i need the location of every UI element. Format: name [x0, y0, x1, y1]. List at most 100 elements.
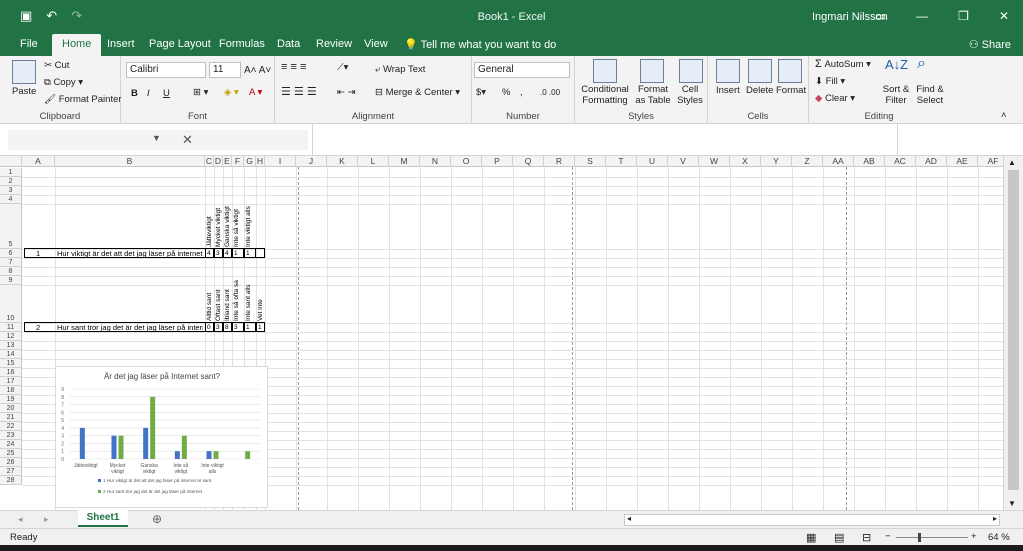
- column-header[interactable]: W: [699, 156, 730, 167]
- zoom-level[interactable]: 64 %: [988, 532, 1010, 543]
- font-color-icon[interactable]: A ▾: [249, 87, 262, 98]
- font-name-select[interactable]: Calibri: [126, 62, 206, 78]
- prev-sheet-icon[interactable]: ◂: [18, 514, 23, 525]
- underline-button[interactable]: U: [163, 88, 170, 99]
- percent-button[interactable]: %: [502, 87, 510, 98]
- row-header[interactable]: 9: [0, 276, 22, 285]
- zoom-slider[interactable]: [896, 537, 968, 538]
- next-sheet-icon[interactable]: ▸: [44, 514, 49, 525]
- column-header[interactable]: J: [296, 156, 327, 167]
- font-size-select[interactable]: 11: [209, 62, 241, 78]
- share-button[interactable]: ⚇ Share: [969, 38, 1011, 51]
- cancel-icon[interactable]: ✕: [182, 132, 193, 148]
- column-header[interactable]: AC: [885, 156, 916, 167]
- column-header[interactable]: C: [205, 156, 214, 167]
- tab-review[interactable]: Review: [316, 38, 352, 50]
- column-header[interactable]: N: [420, 156, 451, 167]
- conditional-formatting-button[interactable]: Conditional Formatting: [579, 84, 631, 106]
- orientation-icon[interactable]: ⟋▾: [337, 62, 348, 73]
- decimal-icon[interactable]: .0 .00: [540, 87, 560, 98]
- scroll-down-icon[interactable]: ▼: [1008, 499, 1016, 508]
- scroll-left-icon[interactable]: ◂: [627, 514, 631, 523]
- autosum-button[interactable]: Σ AutoSum ▾: [815, 59, 871, 71]
- select-all-corner[interactable]: [0, 156, 22, 167]
- column-header[interactable]: AB: [854, 156, 885, 167]
- row-header[interactable]: 21: [0, 413, 22, 422]
- currency-icon[interactable]: $▾: [476, 87, 486, 98]
- grow-font-icon[interactable]: A˄ A˅: [244, 65, 271, 76]
- restore-icon[interactable]: ❐: [958, 9, 969, 23]
- column-header[interactable]: E: [223, 156, 232, 167]
- tab-home[interactable]: Home: [52, 34, 102, 56]
- row-header[interactable]: 16: [0, 368, 22, 377]
- row-header[interactable]: 18: [0, 386, 22, 395]
- zoom-slider-thumb[interactable]: [918, 533, 921, 542]
- chart[interactable]: Är det jag läser på Internet sant? 0 1 23 4…: [55, 366, 268, 508]
- column-header[interactable]: G: [244, 156, 256, 167]
- normal-view-icon[interactable]: ▦: [806, 531, 816, 544]
- row-header[interactable]: 12: [0, 332, 22, 341]
- paste-button[interactable]: Paste: [12, 86, 36, 97]
- row-header[interactable]: 17: [0, 377, 22, 386]
- column-header[interactable]: Q: [513, 156, 544, 167]
- column-header[interactable]: R: [544, 156, 575, 167]
- column-header[interactable]: L: [358, 156, 389, 167]
- column-header[interactable]: Z: [792, 156, 823, 167]
- row-header[interactable]: 11: [0, 323, 22, 332]
- column-header[interactable]: K: [327, 156, 358, 167]
- sheet-tab[interactable]: Sheet1: [78, 510, 128, 527]
- fill-color-icon[interactable]: ◈ ▾: [224, 87, 239, 98]
- sort-filter-button[interactable]: Sort & Filter: [881, 84, 911, 106]
- cut-button[interactable]: ✂ Cut: [44, 60, 69, 71]
- format-painter-button[interactable]: 🖌 Format Painter: [44, 94, 122, 105]
- scroll-up-icon[interactable]: ▲: [1008, 158, 1016, 167]
- insert-button[interactable]: Insert: [716, 85, 740, 96]
- number-format-select[interactable]: General: [474, 62, 570, 78]
- row-header[interactable]: 22: [0, 422, 22, 431]
- row-header[interactable]: 15: [0, 359, 22, 368]
- formula-input[interactable]: [312, 124, 898, 156]
- column-header[interactable]: D: [214, 156, 223, 167]
- row-header[interactable]: 26: [0, 458, 22, 467]
- row-header[interactable]: 5: [0, 204, 22, 249]
- find-select-button[interactable]: Find & Select: [913, 84, 947, 106]
- format-button[interactable]: Format: [776, 85, 806, 96]
- tab-formulas[interactable]: Formulas: [219, 38, 265, 50]
- tab-page-layout[interactable]: Page Layout: [149, 38, 211, 50]
- row-header[interactable]: 4: [0, 195, 22, 204]
- column-header[interactable]: I: [265, 156, 296, 167]
- ribbon-display-icon[interactable]: ▭: [875, 9, 886, 23]
- row-header[interactable]: 24: [0, 440, 22, 449]
- tab-data[interactable]: Data: [277, 38, 300, 50]
- column-header[interactable]: A: [22, 156, 55, 167]
- column-header[interactable]: F: [232, 156, 244, 167]
- column-header[interactable]: P: [482, 156, 513, 167]
- row-header[interactable]: 28: [0, 476, 22, 485]
- clear-button[interactable]: ◆ Clear ▾: [815, 93, 855, 104]
- page-break-view-icon[interactable]: ⊟: [862, 531, 871, 544]
- row-header[interactable]: 23: [0, 431, 22, 440]
- merge-center-button[interactable]: ⊟ Merge & Center ▾: [375, 87, 460, 98]
- column-header[interactable]: AD: [916, 156, 947, 167]
- column-header[interactable]: T: [606, 156, 637, 167]
- page-layout-view-icon[interactable]: ▤: [834, 531, 844, 544]
- delete-button[interactable]: Delete: [746, 85, 773, 96]
- row-header[interactable]: 7: [0, 258, 22, 267]
- copy-button[interactable]: ⧉ Copy ▾: [44, 77, 83, 88]
- zoom-out-icon[interactable]: −: [885, 531, 891, 542]
- collapse-ribbon-icon[interactable]: ˄: [1001, 110, 1007, 121]
- row-header[interactable]: 6: [0, 249, 22, 258]
- tell-me-box[interactable]: 💡 Tell me what you want to do: [404, 38, 556, 51]
- row-header[interactable]: 2: [0, 177, 22, 186]
- column-header[interactable]: Y: [761, 156, 792, 167]
- close-icon[interactable]: ✕: [999, 9, 1009, 23]
- column-header[interactable]: S: [575, 156, 606, 167]
- align-left-icon[interactable]: ☰ ☰ ☰: [281, 87, 317, 98]
- worksheet-grid[interactable]: A B C D E F G H I J K L M N O P Q R S T U V W X Y Z AA AB AC AD AE AF 1…: [0, 156, 1003, 510]
- indent-icon[interactable]: ⇤ ⇥: [337, 87, 356, 98]
- cell-styles-button[interactable]: Cell Styles: [675, 84, 705, 106]
- italic-button[interactable]: I: [147, 88, 150, 99]
- horizontal-scrollbar[interactable]: ◂ ▸: [624, 514, 1000, 526]
- column-header[interactable]: AF: [978, 156, 1003, 167]
- row-header[interactable]: 3: [0, 186, 22, 195]
